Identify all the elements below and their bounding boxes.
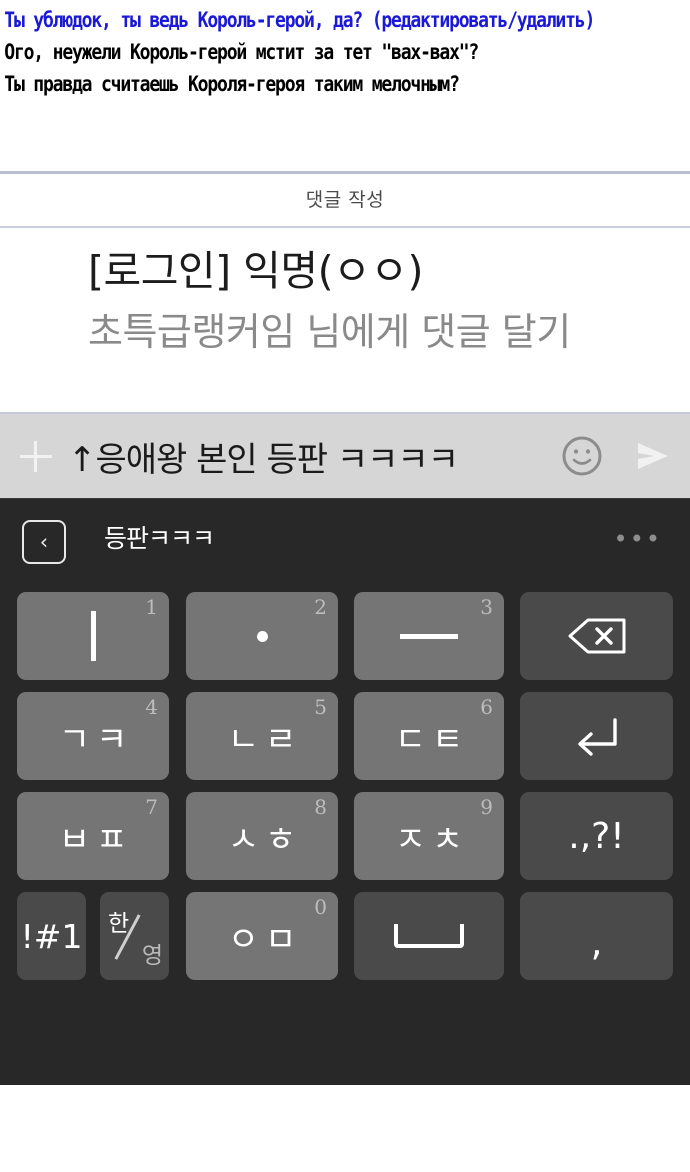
key-number-hint: 6	[480, 695, 493, 719]
login-block: [로그인] 익명(ㅇㅇ) 초특급랭커임 님에게 댓글 달기	[0, 240, 690, 362]
post-line-3: Ты правда считаешь Короля-героя таким ме…	[4, 72, 460, 96]
key-ieung-mieum[interactable]: ㅇㅁ 0	[186, 892, 338, 980]
login-identity[interactable]: [로그인] 익명(ㅇㅇ)	[88, 240, 690, 302]
bottom-blank-area	[0, 1085, 690, 1172]
key-eu[interactable]: 3	[354, 592, 504, 680]
key-label: ㅇㅁ	[227, 919, 303, 960]
key-number-hint: 2	[314, 595, 327, 619]
key-language-toggle[interactable]: 한 영	[100, 892, 169, 980]
key-i[interactable]: 1	[17, 592, 169, 680]
key-enter[interactable]	[520, 692, 673, 780]
send-arrow-icon[interactable]	[614, 432, 690, 480]
key-number-hint: 1	[145, 595, 158, 619]
key-label: ㄱㅋ	[58, 719, 134, 760]
key-label: ㅈㅊ	[394, 819, 470, 860]
comment-write-title: 댓글 작성	[305, 189, 385, 211]
key-label: ㅅㅎ	[227, 819, 303, 860]
key-number-hint: 0	[314, 895, 327, 919]
onscreen-keyboard: ‹ 등판ㅋㅋㅋ ••• 1 2 3 ㄱㅋ 4 ㄴㄹ 5 ㄷㅌ 6 ㅂㅍ 7 ㅅㅎ…	[0, 498, 690, 1085]
comment-input[interactable]: ↑응애왕 본인 등판 ㅋㅋㅋㅋ	[64, 432, 550, 481]
dot-glyph	[256, 630, 268, 642]
key-number-hint: 4	[145, 695, 158, 719]
key-label: .,?!	[568, 815, 625, 857]
post-body: Ты ублюдок, ты ведь Король-герой, да? (р…	[0, 0, 690, 100]
key-punctuation[interactable]: .,?!	[520, 792, 673, 880]
vertical-bar-glyph	[90, 611, 96, 661]
key-label: !#1	[20, 916, 83, 956]
enter-icon	[577, 718, 617, 756]
backspace-icon	[568, 618, 625, 654]
space-bar-glyph	[394, 924, 464, 948]
plus-icon[interactable]	[0, 413, 64, 499]
key-siot-hieut[interactable]: ㅅㅎ 8	[186, 792, 338, 880]
comment-write-section: 댓글 작성	[0, 171, 690, 228]
key-digeut-tieut[interactable]: ㄷㅌ 6	[354, 692, 504, 780]
comment-input-bar: ↑응애왕 본인 등판 ㅋㅋㅋㅋ	[0, 412, 690, 498]
smiley-face-icon[interactable]	[550, 433, 614, 479]
key-symbols[interactable]: !#1	[17, 892, 86, 980]
keyboard-row: 1 2 3	[0, 578, 690, 680]
hangul-english-toggle-glyph: 한 영	[100, 892, 169, 980]
keyboard-key-grid: 1 2 3 ㄱㅋ 4 ㄴㄹ 5 ㄷㅌ 6 ㅂㅍ 7 ㅅㅎ 8 ㅈㅊ 9 .,?!…	[0, 578, 690, 980]
key-comma[interactable]: ,	[520, 892, 673, 980]
keyboard-row: ㅂㅍ 7 ㅅㅎ 8 ㅈㅊ 9 .,?!	[0, 778, 690, 880]
key-backspace[interactable]	[520, 592, 673, 680]
key-giyeok-kieuk[interactable]: ㄱㅋ 4	[17, 692, 169, 780]
keyboard-row: !#1 한 영 ㅇㅁ 0 ,	[0, 878, 690, 980]
overflow-menu-icon[interactable]: •••	[614, 527, 662, 551]
key-number-hint: 8	[314, 795, 327, 819]
post-line-edit-delete[interactable]: Ты ублюдок, ты ведь Король-герой, да? (р…	[0, 4, 595, 36]
key-label: ,	[590, 920, 603, 964]
key-number-hint: 9	[480, 795, 493, 819]
key-number-hint: 7	[145, 795, 158, 819]
keyboard-row: ㄱㅋ 4 ㄴㄹ 5 ㄷㅌ 6	[0, 678, 690, 780]
keyboard-suggestion[interactable]: 등판ㅋㅋㅋ	[104, 519, 215, 555]
toggle-yeong-label: 영	[141, 943, 163, 969]
key-arae-a[interactable]: 2	[186, 592, 338, 680]
reply-target-label: 초특급랭커임 님에게 댓글 달기	[88, 310, 571, 354]
horizontal-bar-glyph	[400, 633, 458, 639]
key-label: ㅂㅍ	[58, 819, 134, 860]
key-nieun-rieul[interactable]: ㄴㄹ 5	[186, 692, 338, 780]
key-space[interactable]	[354, 892, 504, 980]
keyboard-toolbar: ‹ 등판ㅋㅋㅋ •••	[0, 498, 690, 579]
key-bieup-pieup[interactable]: ㅂㅍ 7	[17, 792, 169, 880]
key-label: ㄴㄹ	[227, 719, 303, 760]
post-line-2: Ого, неужели Король-герой мстит за тет "…	[4, 40, 479, 64]
key-jieut-chieut[interactable]: ㅈㅊ 9	[354, 792, 504, 880]
chevron-left-icon[interactable]: ‹	[22, 520, 66, 564]
key-number-hint: 5	[314, 695, 327, 719]
toggle-han-label: 한	[108, 911, 130, 937]
key-label: ㄷㅌ	[394, 719, 470, 760]
key-number-hint: 3	[480, 595, 493, 619]
